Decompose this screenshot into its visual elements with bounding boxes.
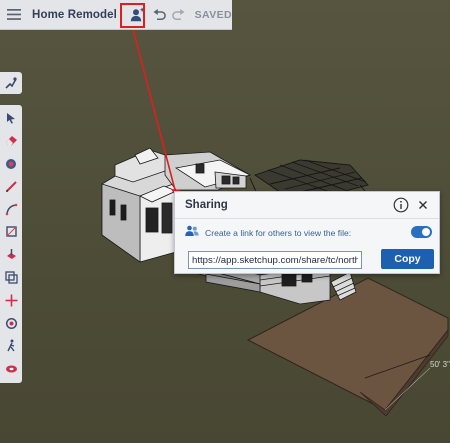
close-icon[interactable] xyxy=(415,197,431,213)
link-sharing-toggle[interactable] xyxy=(411,226,432,238)
undo-icon[interactable] xyxy=(151,4,168,26)
share-link-row: Create a link for others to view the fil… xyxy=(185,225,435,241)
rectangle-icon[interactable] xyxy=(1,221,21,243)
hamburger-menu-icon[interactable] xyxy=(2,0,26,30)
walk-person-icon[interactable] xyxy=(1,335,21,357)
move-icon[interactable] xyxy=(1,289,21,311)
pencil-icon[interactable] xyxy=(1,175,21,197)
eraser-icon[interactable] xyxy=(1,130,21,152)
share-url-field[interactable] xyxy=(188,251,362,269)
push-pull-icon[interactable] xyxy=(1,244,21,266)
dialog-title: Sharing xyxy=(185,199,228,211)
rotate-icon[interactable] xyxy=(1,312,21,334)
top-toolbar: Home Remodel SAVED xyxy=(0,0,232,30)
walk-icon[interactable] xyxy=(0,72,22,94)
arc-icon[interactable] xyxy=(1,198,21,220)
sharing-dialog-header: Sharing xyxy=(175,192,439,219)
dimension-label: 50' 3" xyxy=(430,360,450,369)
copy-button[interactable]: Copy xyxy=(381,249,434,269)
file-title: Home Remodel xyxy=(32,8,117,21)
paint-bucket-icon[interactable] xyxy=(1,153,21,175)
tool-strip xyxy=(0,105,22,383)
people-icon xyxy=(185,224,199,242)
share-person-icon[interactable] xyxy=(127,4,147,26)
sharing-dialog: Sharing Create a link for others to view… xyxy=(174,191,440,274)
save-status: SAVED xyxy=(194,8,232,21)
share-message: Create a link for others to view the fil… xyxy=(205,228,352,238)
redo-icon[interactable] xyxy=(170,4,187,26)
info-icon[interactable] xyxy=(393,197,409,213)
tape-measure-icon[interactable] xyxy=(1,358,21,380)
select-arrow-icon[interactable] xyxy=(1,107,21,129)
offset-icon[interactable] xyxy=(1,267,21,289)
toggle-knob xyxy=(422,228,430,236)
